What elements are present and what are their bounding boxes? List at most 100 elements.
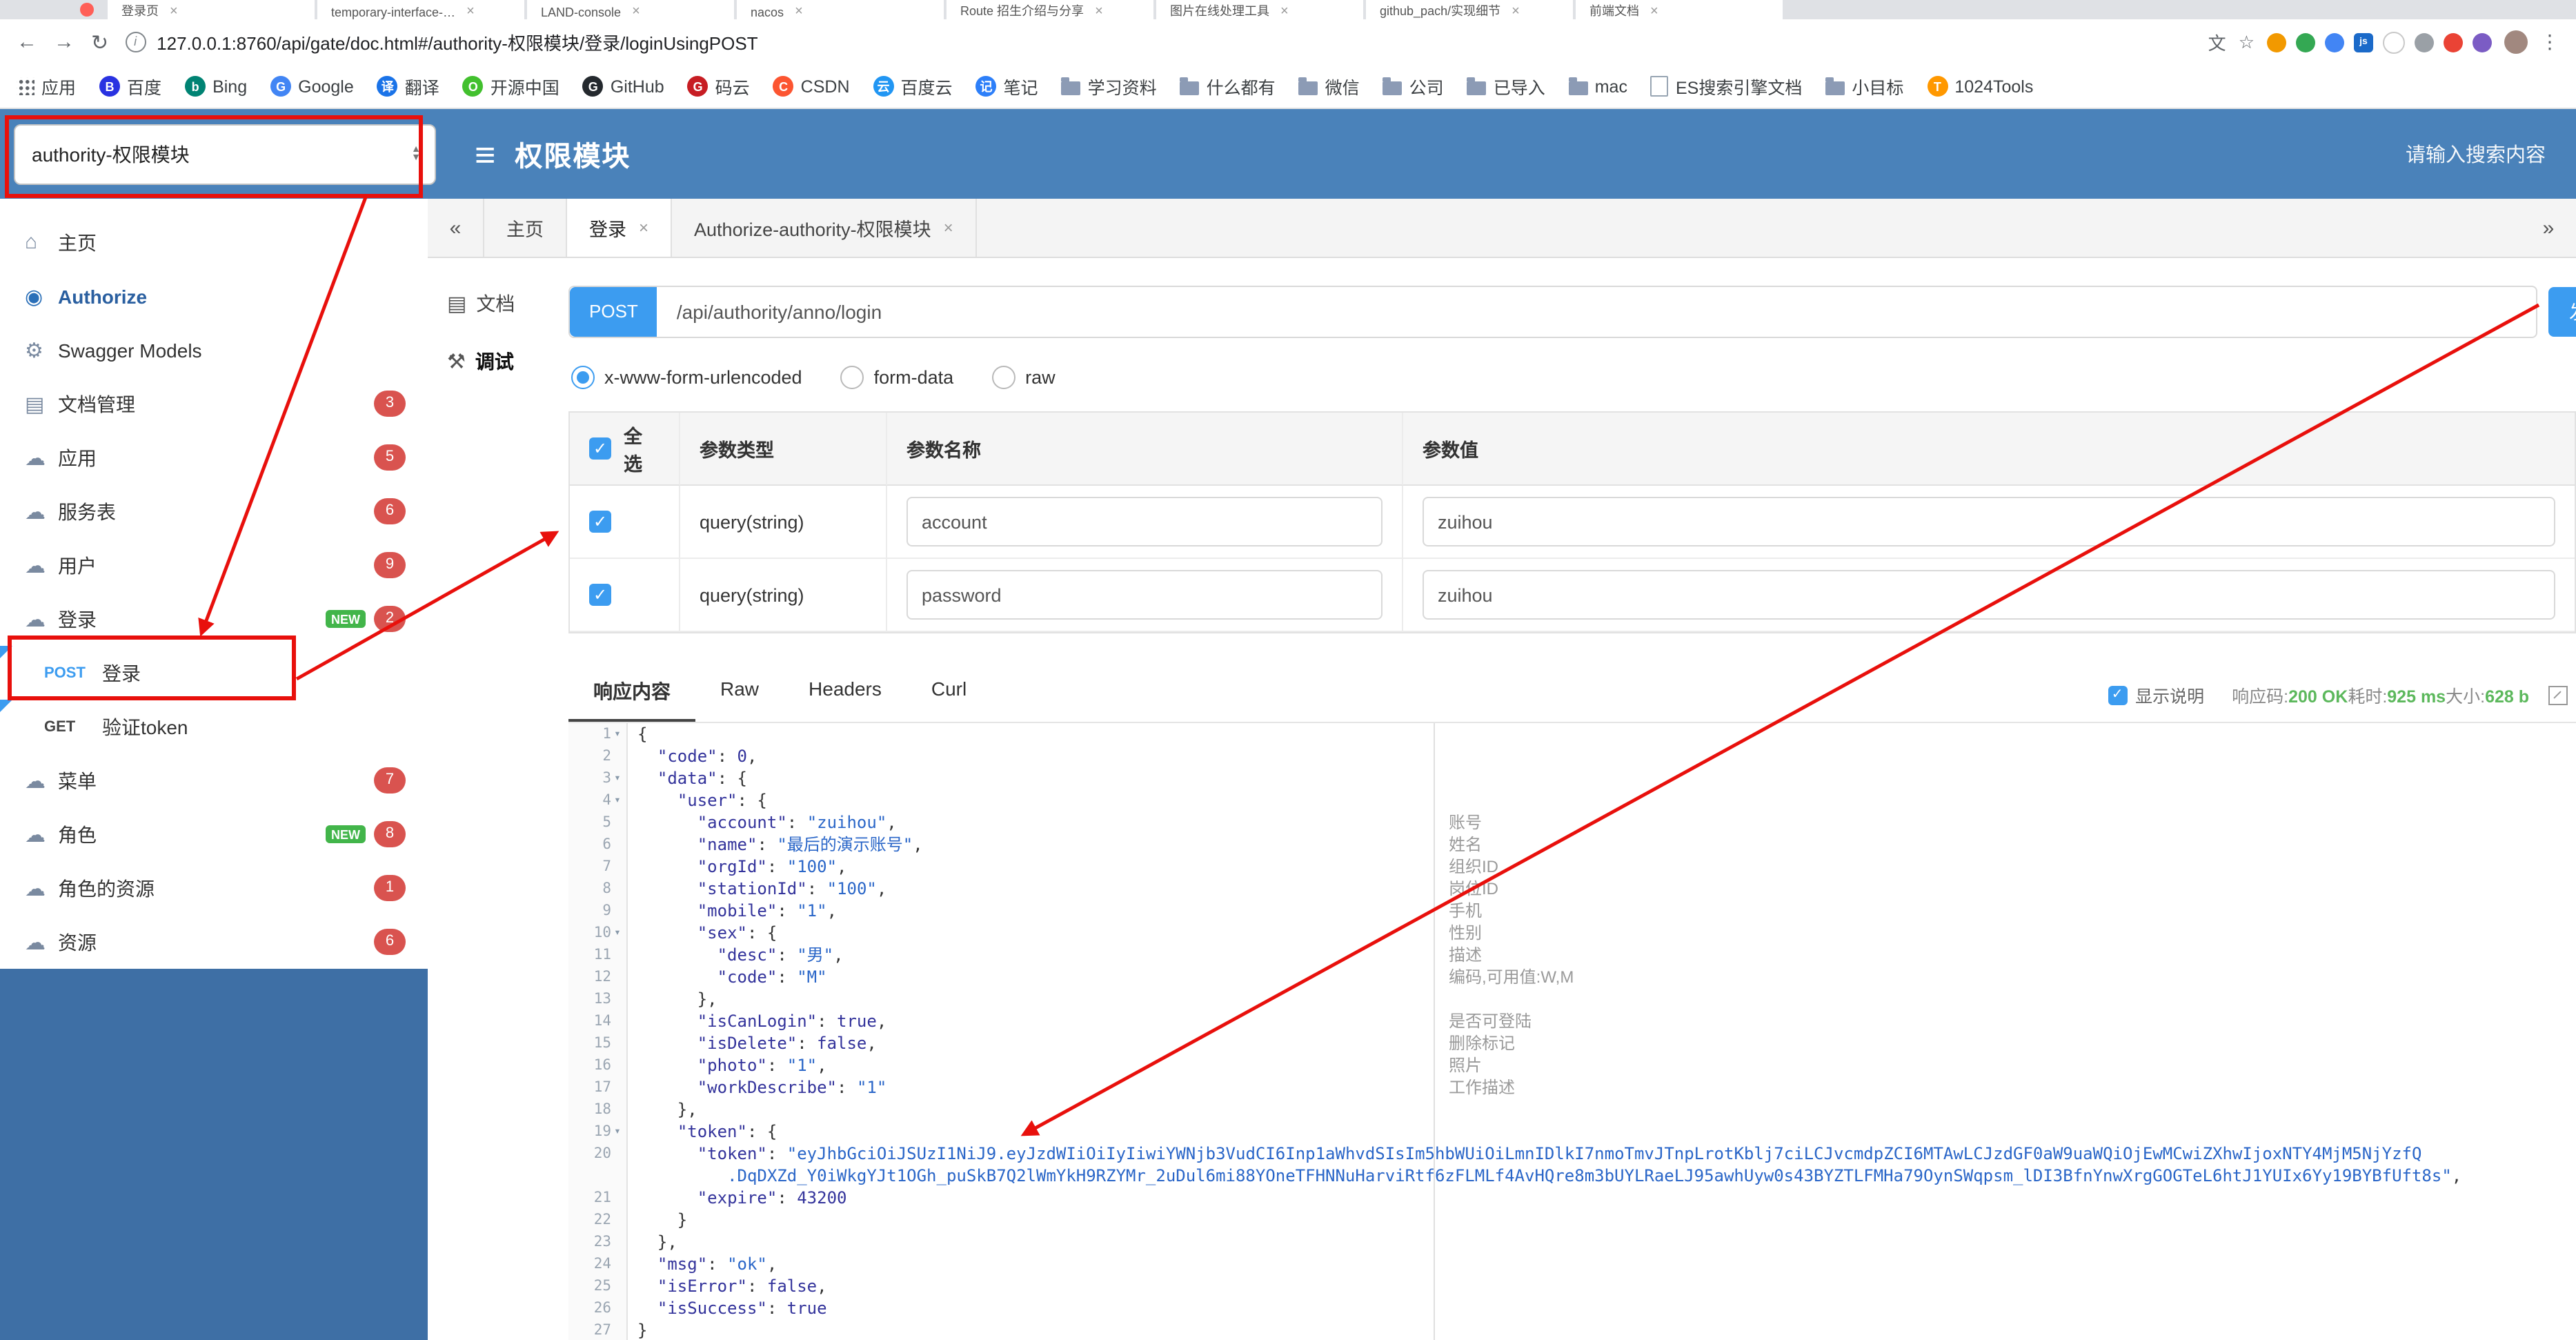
param-name-input[interactable]: [906, 497, 1383, 546]
browser-tab[interactable]: github_pach/实现细节 ×: [1366, 0, 1573, 19]
response-tab[interactable]: Headers: [784, 664, 906, 722]
profile-avatar[interactable]: [2504, 30, 2528, 54]
response-tab[interactable]: Curl: [906, 664, 991, 722]
content-type-option[interactable]: raw: [992, 366, 1056, 389]
fold-toggle-icon[interactable]: ▾: [611, 922, 624, 944]
extension-icon[interactable]: [2296, 32, 2315, 52]
module-select[interactable]: authority-权限模块 ▲ ▼: [14, 124, 436, 184]
bookmark-item[interactable]: 小目标: [1825, 73, 1903, 99]
search-input[interactable]: 请输入搜索内容: [2406, 139, 2546, 168]
content-tab[interactable]: Authorize-authority-权限模块 ×: [672, 199, 977, 257]
bookmark-item[interactable]: 公司: [1383, 73, 1444, 99]
bookmark-item[interactable]: 已导入: [1467, 73, 1545, 99]
bookmark-item[interactable]: 云百度云: [873, 73, 953, 99]
param-checkbox[interactable]: ✓: [589, 584, 611, 606]
tab-close-icon[interactable]: ×: [170, 4, 178, 19]
collapse-tabs-icon[interactable]: «: [428, 199, 483, 257]
browser-tab[interactable]: nacos ×: [737, 0, 944, 19]
select-all-checkbox[interactable]: ✓: [589, 437, 611, 460]
extension-icon[interactable]: [2473, 32, 2492, 52]
tab-debug[interactable]: ⚒ 调试: [428, 333, 552, 391]
fold-toggle-icon[interactable]: ▾: [611, 723, 624, 745]
sidebar-item-authorize[interactable]: ◉ Authorize: [0, 269, 428, 323]
sidebar-item-login[interactable]: ☁ 登录 NEW 2: [0, 592, 428, 646]
content-type-option[interactable]: x-www-form-urlencoded: [571, 366, 802, 389]
refresh-icon[interactable]: ↻: [91, 30, 108, 55]
extension-icon[interactable]: [2415, 32, 2434, 52]
sidebar-item-docs-manage[interactable]: ▤ 文档管理 3: [0, 377, 428, 431]
bookmark-item[interactable]: G 码云: [687, 73, 750, 99]
sidebar-item-home[interactable]: ⌂ 主页: [0, 215, 428, 269]
extension-icon[interactable]: [2267, 32, 2286, 52]
tab-close-icon[interactable]: ×: [466, 4, 475, 19]
response-body-editor[interactable]: 1 ▾{2 "code": 0, 3 ▾ "data": {4 ▾ "user": {5…: [568, 723, 2576, 1340]
fold-toggle-icon[interactable]: ▾: [611, 789, 624, 811]
extension-icon[interactable]: [2383, 31, 2405, 53]
extension-icon[interactable]: js: [2354, 32, 2373, 52]
expand-tabs-icon[interactable]: »: [2521, 199, 2576, 257]
response-tab[interactable]: Raw: [695, 664, 784, 722]
param-checkbox[interactable]: ✓: [589, 511, 611, 533]
content-tab[interactable]: 主页: [483, 199, 567, 257]
browser-tab[interactable]: 图片在线处理工具 ×: [1156, 0, 1363, 19]
page-info-icon[interactable]: i: [125, 32, 146, 52]
tab-close-icon[interactable]: ×: [1650, 4, 1658, 19]
fold-toggle-icon[interactable]: ▾: [611, 1121, 624, 1143]
tab-close-icon[interactable]: ×: [1095, 4, 1103, 19]
bookmark-item[interactable]: 什么都有: [1180, 73, 1276, 99]
tab-close-icon[interactable]: ×: [1280, 4, 1289, 19]
bookmark-item[interactable]: 学习资料: [1061, 73, 1157, 99]
bookmark-item[interactable]: G GitHub: [582, 76, 664, 97]
content-type-option[interactable]: form-data: [840, 366, 953, 389]
menu-kebab-icon[interactable]: ⋮: [2540, 30, 2559, 54]
extension-icon[interactable]: [2444, 32, 2463, 52]
bookmark-item[interactable]: C CSDN: [773, 76, 850, 97]
traffic-light-close-icon[interactable]: [80, 3, 94, 17]
sidebar-item-swagger-models[interactable]: ⚙ Swagger Models: [0, 323, 428, 377]
tab-doc[interactable]: ▤ 文档: [428, 275, 552, 333]
tab-close-icon[interactable]: ×: [632, 4, 640, 19]
bookmark-item[interactable]: mac: [1568, 77, 1627, 96]
param-name-input[interactable]: [906, 570, 1383, 620]
send-button[interactable]: 发送: [2548, 287, 2576, 337]
sidebar-api-get-verify-token[interactable]: GET 验证token: [0, 700, 428, 753]
expand-response-icon[interactable]: [2548, 685, 2568, 705]
browser-tab[interactable]: 前端文档 ×: [1576, 0, 1783, 19]
sidebar-item-role-resource[interactable]: ☁ 角色的资源 1: [0, 861, 428, 915]
hamburger-icon[interactable]: ≡: [475, 136, 495, 172]
bookmark-item[interactable]: T 1024Tools: [1927, 76, 2033, 97]
browser-tab[interactable]: Route 招生介绍与分享 ×: [947, 0, 1153, 19]
bookmark-item[interactable]: 记笔记: [975, 73, 1038, 99]
sidebar-item-user[interactable]: ☁ 用户 9: [0, 538, 428, 592]
param-value-input[interactable]: [1423, 497, 2555, 546]
bookmark-item[interactable]: G Google: [270, 76, 354, 97]
tab-close-icon[interactable]: ×: [639, 218, 648, 237]
sidebar-item-role[interactable]: ☁ 角色 NEW 8: [0, 807, 428, 861]
tab-close-icon[interactable]: ×: [795, 4, 803, 19]
sidebar-item-app[interactable]: ☁ 应用 5: [0, 431, 428, 484]
translate-icon[interactable]: 文: [2208, 29, 2226, 55]
sidebar-item-resource[interactable]: ☁ 资源 6: [0, 915, 428, 969]
content-tab[interactable]: 登录 ×: [567, 199, 673, 257]
response-tab[interactable]: 响应内容: [568, 664, 695, 722]
url-field[interactable]: i 127.0.0.1:8760/api/gate/doc.html#/auth…: [125, 29, 2192, 55]
bookmark-item[interactable]: 译翻译: [377, 73, 439, 99]
bookmark-item[interactable]: 应用: [17, 73, 76, 99]
forward-icon[interactable]: →: [54, 30, 75, 54]
sidebar-item-service-table[interactable]: ☁ 服务表 6: [0, 484, 428, 538]
bookmark-item[interactable]: O 开源中国: [462, 73, 559, 99]
sidebar-api-post-login[interactable]: POST 登录: [0, 646, 428, 700]
sidebar-item-menu[interactable]: ☁ 菜单 7: [0, 753, 428, 807]
bookmark-star-icon[interactable]: ☆: [2239, 31, 2255, 53]
back-icon[interactable]: ←: [17, 30, 37, 54]
bookmark-item[interactable]: b Bing: [185, 76, 247, 97]
tab-close-icon[interactable]: ×: [944, 218, 953, 237]
tab-close-icon[interactable]: ×: [1512, 4, 1520, 19]
extension-icon[interactable]: [2325, 32, 2344, 52]
browser-tab[interactable]: LAND-console ×: [527, 0, 734, 19]
fold-toggle-icon[interactable]: ▾: [611, 767, 624, 789]
browser-tab[interactable]: 登录页 ×: [108, 0, 315, 19]
bookmark-item[interactable]: ES搜索引擎文档: [1650, 73, 1802, 99]
show-desc-checkbox[interactable]: ✓: [2108, 685, 2128, 705]
bookmark-item[interactable]: 微信: [1298, 73, 1360, 99]
